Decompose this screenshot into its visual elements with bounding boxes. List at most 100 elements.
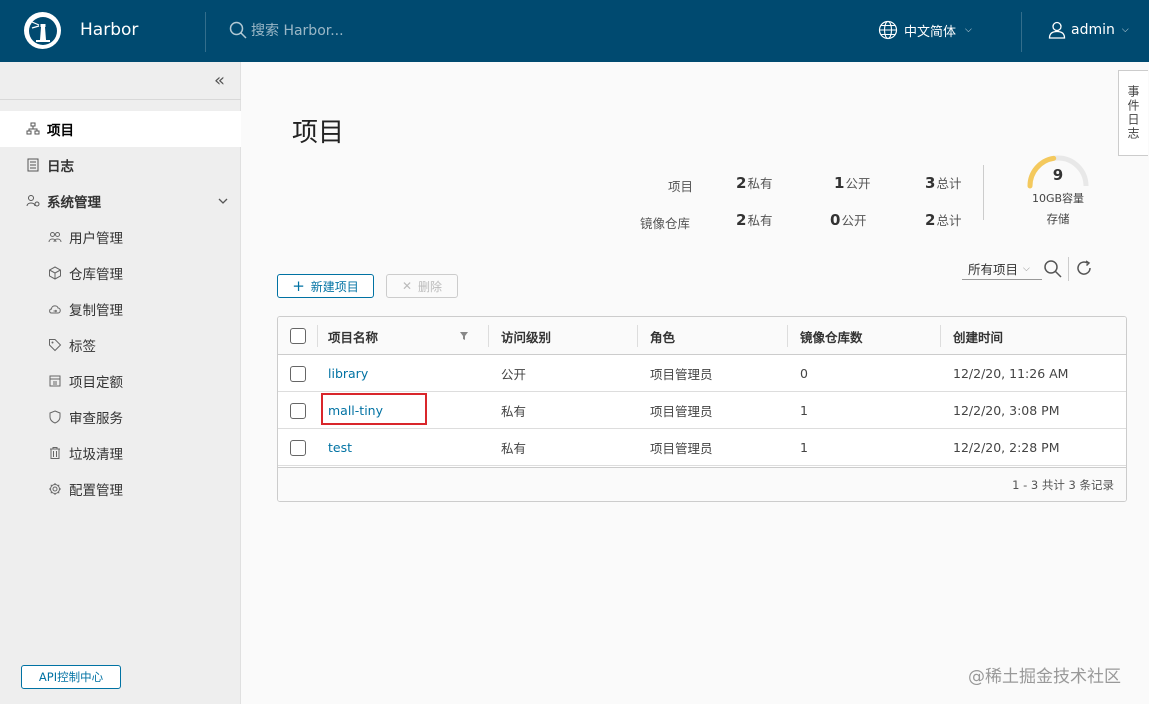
stat-row-label: 项目 (668, 179, 694, 194)
column-header-access[interactable]: 访问级别 (501, 317, 551, 355)
sidebar-item-label: 标签 (69, 339, 96, 355)
search-icon[interactable] (1043, 259, 1063, 279)
replication-icon (48, 302, 62, 316)
pagination-info: 1 - 3 共计 3 条记录 (1012, 477, 1114, 492)
user-menu[interactable]: admin ⌵ (1047, 20, 1129, 40)
table-row: test 私有 项目管理员 1 12/2/20, 2:28 PM (278, 429, 1126, 466)
sidebar-item-admin[interactable]: 系统管理 (0, 183, 241, 219)
column-header-created[interactable]: 创建时间 (953, 317, 1003, 355)
sidebar-item-interrogation[interactable]: 审查服务 (0, 399, 241, 435)
column-header-role[interactable]: 角色 (650, 317, 675, 355)
search-icon (229, 21, 247, 39)
api-explorer-button[interactable]: API控制中心 (21, 665, 121, 689)
table-row: library 公开 项目管理员 0 12/2/20, 11:26 AM (278, 355, 1126, 392)
storage-capacity: 10GB容量 (1031, 192, 1085, 205)
sidebar-item-replications[interactable]: 复制管理 (0, 291, 241, 327)
divider (0, 99, 241, 100)
quota-icon (48, 374, 62, 388)
new-project-label: 新建项目 (310, 279, 359, 294)
sidebar-item-label: 垃圾清理 (69, 447, 123, 463)
column-header-repo-count[interactable]: 镜像仓库数 (800, 317, 863, 355)
watermark: @稀土掘金技术社区 (968, 667, 1121, 687)
project-name-link[interactable]: library (328, 355, 368, 392)
username: admin (1071, 22, 1115, 38)
shield-icon (48, 410, 62, 424)
language-selector[interactable]: 中文简体 ⌵ (878, 20, 972, 40)
sidebar-item-label: 系统管理 (47, 195, 101, 211)
sidebar-item-logs[interactable]: 日志 (0, 147, 241, 183)
sidebar-item-projects[interactable]: 项目 (0, 111, 241, 147)
column-divider (787, 325, 788, 347)
stat-projects-total: 3总计 (925, 174, 962, 192)
access-level: 私有 (501, 404, 527, 419)
search-input[interactable]: 搜索 Harbor... (251, 20, 344, 40)
plus-icon: + (292, 277, 305, 295)
global-search[interactable]: 搜索 Harbor... (229, 20, 344, 40)
page-title: 项目 (292, 118, 345, 148)
sidebar-item-label: 配置管理 (69, 483, 123, 499)
sidebar: « 项目 日志 系统管理 用户管理 仓库管理 复制管理 标签 项目定额 审查服务… (0, 62, 241, 704)
project-name-link[interactable]: test (328, 429, 352, 466)
repo-count: 1 (800, 440, 808, 455)
stat-repos-private: 2私有 (736, 211, 773, 229)
table-header: 项目名称 访问级别 角色 镜像仓库数 创建时间 (278, 317, 1126, 355)
event-log-tab[interactable]: 事件日志 (1118, 70, 1148, 156)
sidebar-item-users[interactable]: 用户管理 (0, 219, 241, 255)
sidebar-item-label: 日志 (47, 159, 74, 175)
stat-repos-total: 2总计 (925, 211, 962, 229)
projects-table: 项目名称 访问级别 角色 镜像仓库数 创建时间 library 公开 项目管理员… (277, 316, 1127, 502)
repo-count: 1 (800, 403, 808, 418)
header-divider (205, 12, 206, 52)
projects-icon (26, 122, 40, 136)
trash-icon (48, 446, 62, 460)
role: 项目管理员 (650, 441, 713, 456)
harbor-logo[interactable] (24, 12, 61, 49)
stat-projects-public: 1公开 (834, 174, 871, 192)
chevron-down-icon: ⌵ (965, 25, 972, 35)
access-level: 公开 (501, 367, 527, 382)
sidebar-item-quotas[interactable]: 项目定额 (0, 363, 241, 399)
new-project-button[interactable]: + 新建项目 (277, 274, 374, 298)
sidebar-item-label: 审查服务 (69, 411, 123, 427)
sidebar-item-gc[interactable]: 垃圾清理 (0, 435, 241, 471)
highlight-box (321, 393, 427, 425)
sidebar-item-label: 仓库管理 (69, 267, 123, 283)
collapse-sidebar-icon[interactable]: « (214, 70, 225, 91)
chevron-down-icon: ⌵ (1023, 263, 1030, 274)
delete-button[interactable]: ✕ 删除 (386, 274, 458, 298)
sidebar-item-labels[interactable]: 标签 (0, 327, 241, 363)
storage-value: 9 (1052, 166, 1064, 184)
column-divider (637, 325, 638, 347)
row-checkbox[interactable] (290, 429, 306, 466)
sidebar-item-registries[interactable]: 仓库管理 (0, 255, 241, 291)
registry-icon (48, 266, 62, 280)
column-header-name[interactable]: 项目名称 (328, 317, 378, 355)
sidebar-item-config[interactable]: 配置管理 (0, 471, 241, 507)
sidebar-item-label: 项目 (47, 123, 74, 139)
row-checkbox[interactable] (290, 355, 306, 392)
select-all-checkbox[interactable] (290, 317, 306, 355)
chevron-down-icon: ⌵ (1121, 25, 1129, 35)
repo-count: 0 (800, 366, 808, 381)
user-icon (1048, 21, 1066, 39)
delete-label: 删除 (418, 279, 443, 294)
creation-time: 12/2/20, 2:28 PM (953, 440, 1060, 455)
close-icon: ✕ (401, 279, 413, 293)
toolbar-divider (1068, 257, 1069, 281)
column-divider (317, 325, 318, 347)
storage-label: 存储 (1046, 212, 1070, 226)
sidebar-item-label: 项目定额 (69, 375, 123, 391)
app-title[interactable]: Harbor (80, 20, 138, 40)
refresh-icon[interactable] (1075, 259, 1093, 277)
lighthouse-icon (28, 16, 57, 45)
project-filter-select[interactable]: 所有项目 ⌵ (962, 258, 1042, 280)
top-header: Harbor 搜索 Harbor... 中文简体 ⌵ admin ⌵ (0, 0, 1149, 62)
column-divider (488, 325, 489, 347)
filter-icon[interactable] (459, 331, 469, 341)
access-level: 私有 (501, 441, 527, 456)
logs-icon (26, 158, 40, 172)
chevron-down-icon[interactable] (217, 195, 229, 207)
stat-row-label: 镜像仓库 (640, 216, 691, 231)
creation-time: 12/2/20, 3:08 PM (953, 403, 1060, 418)
row-checkbox[interactable] (290, 392, 306, 429)
